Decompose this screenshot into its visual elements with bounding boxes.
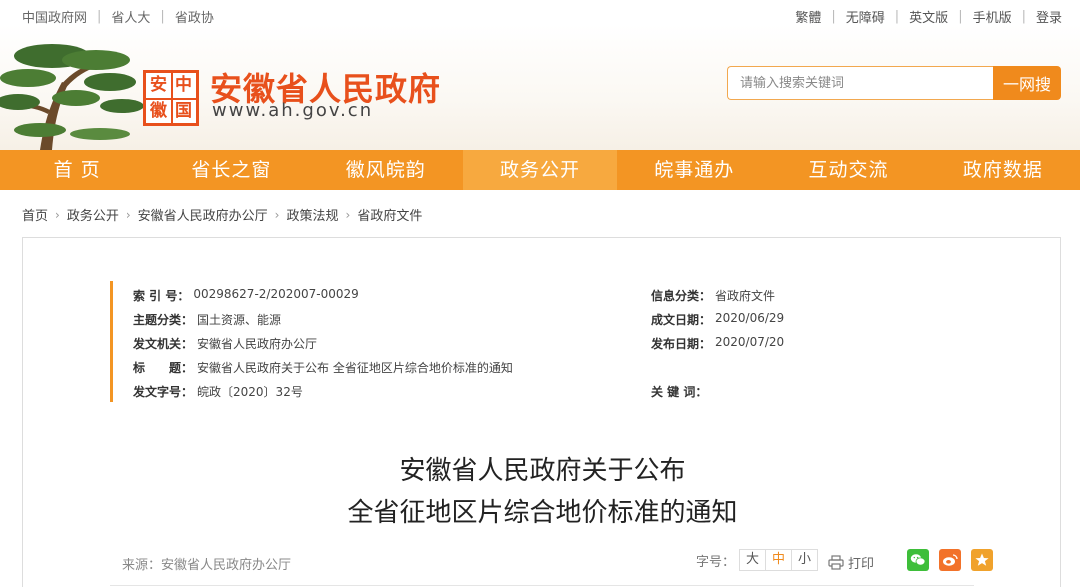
font-size-medium[interactable]: 中: [765, 549, 793, 571]
share-weibo-button[interactable]: [939, 549, 961, 571]
print-button[interactable]: 打印: [828, 553, 874, 572]
share-wechat-button[interactable]: [907, 549, 929, 571]
meta-document-number: 发文字号： 皖政〔2020〕32号: [133, 385, 303, 399]
breadcrumb-general-office[interactable]: 安徽省人民政府办公厅: [138, 205, 268, 224]
divider: |: [97, 9, 102, 24]
font-size-small[interactable]: 小: [791, 549, 819, 571]
meta-keywords: 关 键 词：: [651, 385, 708, 399]
nav-item-gov-data[interactable]: 政府数据: [926, 150, 1080, 190]
search-input[interactable]: [727, 66, 993, 100]
chevron-right-icon: ›: [55, 207, 60, 222]
favorite-star-icon: [975, 553, 989, 566]
print-label: 打印: [848, 557, 875, 572]
seal-char: 中: [175, 75, 192, 95]
divider: |: [831, 9, 836, 24]
article-source: 来源：安徽省人民政府办公厅: [122, 558, 292, 573]
search-box: 一网搜: [727, 66, 1061, 100]
search-button[interactable]: 一网搜: [993, 66, 1061, 100]
breadcrumb-home[interactable]: 首页: [22, 205, 48, 224]
nav-item-services[interactable]: 皖事通办: [617, 150, 771, 190]
seal-char: 国: [175, 101, 192, 121]
chevron-right-icon: ›: [274, 207, 280, 222]
main-nav: 首 页 省长之窗 徽风皖韵 政务公开 皖事通办 互动交流 政府数据: [0, 150, 1080, 190]
document-title-line2: 全省征地区片综合地价标准的通知: [347, 498, 738, 528]
wechat-icon: [910, 554, 926, 566]
weibo-icon: [943, 554, 958, 566]
nav-item-home[interactable]: 首 页: [0, 150, 154, 190]
chevron-right-icon: ›: [125, 207, 131, 222]
divider: |: [958, 9, 963, 24]
nav-item-governor[interactable]: 省长之窗: [154, 150, 308, 190]
pine-tree-logo: [0, 44, 144, 150]
divider: |: [1021, 9, 1026, 24]
meta-created-date: 成文日期： 2020/06/29: [651, 311, 785, 327]
breadcrumb-government-affairs[interactable]: 政务公开: [67, 205, 119, 224]
site-header: 安 中 徽 国 安徽省人民政府 www.ah.gov.cn 一网搜: [0, 24, 1080, 150]
site-url: www.ah.gov.cn: [212, 100, 374, 121]
divider: |: [894, 9, 900, 24]
breadcrumb-provincial-documents[interactable]: 省政府文件: [357, 205, 422, 224]
seal-char: 安: [150, 75, 167, 95]
font-size-large[interactable]: 大: [739, 549, 767, 571]
chevron-right-icon: ›: [345, 207, 351, 222]
meta-index-number: 索 引 号： 00298627-2/202007-00029: [133, 287, 359, 303]
article-toolbar: 来源：安徽省人民政府办公厅 字号： 大 中 小 打印: [110, 540, 993, 586]
meta-subject: 主题分类： 国土资源、能源: [133, 313, 282, 327]
meta-published-date: 发布日期： 2020/07/20: [651, 335, 785, 351]
document-metadata: 索 引 号： 00298627-2/202007-00029 主题分类： 国土资…: [110, 281, 950, 402]
site-seal-logo[interactable]: 安 中 徽 国: [143, 70, 199, 126]
meta-issuer: 发文机关： 安徽省人民政府办公厅: [133, 337, 318, 351]
favorite-button[interactable]: [971, 549, 993, 571]
breadcrumb-policies[interactable]: 政策法规: [286, 205, 338, 224]
meta-title: 标 题： 安徽省人民政府关于公布 全省征地区片综合地价标准的通知: [133, 361, 513, 375]
nav-item-culture[interactable]: 徽风皖韵: [309, 150, 463, 190]
nav-item-interaction[interactable]: 互动交流: [771, 150, 925, 190]
document-title-line1: 安徽省人民政府关于公布: [399, 456, 686, 486]
nav-item-government-affairs[interactable]: 政务公开: [462, 150, 618, 190]
meta-info-category: 信息分类： 省政府文件: [651, 289, 776, 303]
font-size-label: 字号：: [696, 554, 736, 570]
divider: |: [160, 9, 165, 24]
printer-icon: [828, 555, 844, 570]
font-size-selector: 字号： 大 中 小: [696, 549, 819, 571]
breadcrumb: 首页 › 政务公开 › 安徽省人民政府办公厅 › 政策法规 › 省政府文件: [22, 205, 422, 225]
article-container: 索 引 号： 00298627-2/202007-00029 主题分类： 国土资…: [22, 237, 1061, 587]
seal-divider: [171, 73, 173, 123]
seal-char: 徽: [150, 101, 167, 121]
